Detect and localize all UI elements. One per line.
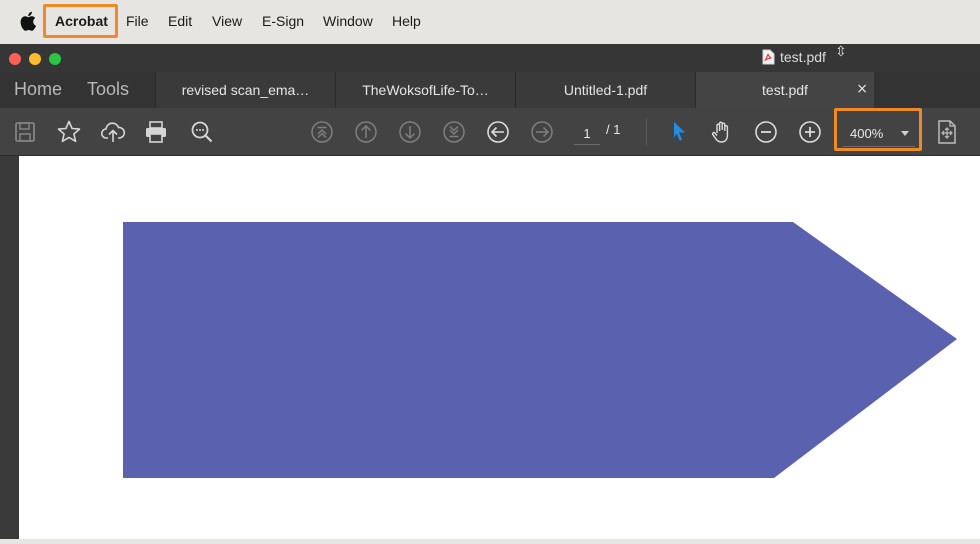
acrobat-highlight-box [43,4,118,38]
close-window-button[interactable] [9,53,21,65]
hand-tool-icon[interactable] [709,119,735,145]
menu-window[interactable]: Window [323,13,373,29]
tab-tools[interactable]: Tools [87,79,129,100]
toolbar: 1 / 1 400% [0,108,980,156]
doc-tab-test-pdf[interactable]: test.pdf × [695,72,874,108]
doc-tab-revised-scan[interactable]: revised scan_ema… [155,72,335,108]
title-bar: test.pdf ⇳ [0,44,980,72]
select-cursor-icon[interactable] [666,119,692,145]
zoom-window-button[interactable] [49,53,61,65]
save-icon[interactable] [12,119,38,145]
bookmark-star-icon[interactable] [56,119,82,145]
next-page-icon[interactable] [397,119,423,145]
doc-tab-label: revised scan_ema… [181,82,310,98]
page-total-label: / 1 [606,122,621,137]
first-page-icon[interactable] [309,119,335,145]
window-title-text: test.pdf [780,49,826,65]
window-title: test.pdf [762,49,826,65]
doc-tab-thewoksoflife[interactable]: TheWoksofLife-To… [335,72,515,108]
tab-bar: Home Tools revised scan_ema… TheWoksofLi… [0,72,980,108]
zoom-in-icon[interactable] [797,119,823,145]
menu-esign[interactable]: E-Sign [262,13,304,29]
doc-tab-untitled[interactable]: Untitled-1.pdf [515,72,695,108]
toolbar-divider [646,118,647,146]
menu-view[interactable]: View [212,13,242,29]
doc-tab-label: test.pdf [762,82,808,98]
forward-icon[interactable] [529,119,555,145]
minimize-window-button[interactable] [29,53,41,65]
arrow-shape [123,222,957,478]
back-icon[interactable] [485,119,511,145]
pdf-file-icon [762,49,775,65]
page-fit-icon[interactable] [934,119,960,145]
last-page-icon[interactable] [441,119,467,145]
page-number-input[interactable]: 1 [574,120,600,145]
menu-help[interactable]: Help [392,13,421,29]
close-tab-icon[interactable]: × [856,81,868,97]
menu-bar: Acrobat File Edit View E-Sign Window Hel… [0,0,980,43]
tab-home[interactable]: Home [14,79,62,100]
apple-icon[interactable] [19,11,37,31]
doc-tab-label: Untitled-1.pdf [563,82,648,98]
search-zoom-icon[interactable] [189,119,215,145]
menu-edit[interactable]: Edit [168,13,192,29]
zoom-highlight-box [834,108,922,151]
zoom-out-icon[interactable] [753,119,779,145]
print-icon[interactable] [143,119,169,145]
prev-page-icon[interactable] [353,119,379,145]
pdf-page [19,156,980,539]
acrobat-window: test.pdf ⇳ Home Tools revised scan_ema… … [0,44,980,539]
upload-cloud-icon[interactable] [100,119,126,145]
document-viewport[interactable] [0,156,980,539]
menu-file[interactable]: File [126,13,149,29]
doc-tab-label: TheWoksofLife-To… [362,82,489,98]
resize-cursor-icon: ⇳ [835,44,847,60]
